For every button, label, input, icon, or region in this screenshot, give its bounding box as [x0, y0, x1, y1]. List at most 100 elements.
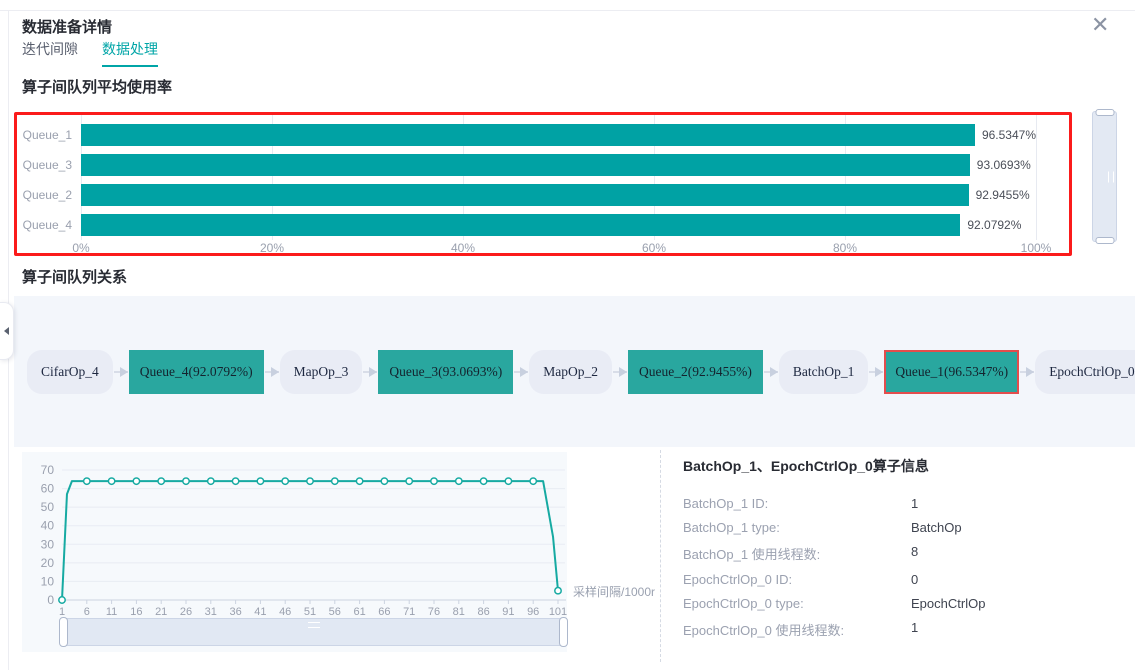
info-row-value: 8	[911, 544, 1118, 563]
line-chart-x-tick-label: 81	[453, 606, 465, 615]
line-data-point	[232, 478, 238, 484]
flow-arrow	[114, 371, 128, 373]
bar-row: 93.0693%	[81, 150, 1036, 180]
collapse-sidebar-button[interactable]	[0, 302, 14, 360]
flow-node-epochctrlop-0[interactable]: EpochCtrlOp_0	[1035, 350, 1135, 394]
bar-value-label: 92.9455%	[976, 188, 1030, 202]
bar-value-label: 92.0792%	[967, 218, 1021, 232]
info-row-label: EpochCtrlOp_0 ID:	[683, 572, 911, 587]
datazoom-left-handle[interactable]	[59, 617, 68, 647]
datazoom-grip-icon	[1108, 171, 1114, 182]
flow-arrow	[1020, 371, 1034, 373]
line-data-point	[456, 478, 462, 484]
line-chart-x-tick-label: 26	[180, 606, 192, 615]
info-row-label: EpochCtrlOp_0 type:	[683, 596, 911, 611]
line-chart-x-tick-label: 86	[477, 606, 489, 615]
horizontal-datazoom-slider[interactable]	[62, 618, 565, 646]
bar-category-label: Queue_3	[17, 150, 72, 180]
flow-node-batchop-1[interactable]: BatchOp_1	[779, 350, 869, 394]
flow-node-cifarop-4[interactable]: CifarOp_4	[27, 350, 113, 394]
line-data-point	[505, 478, 511, 484]
info-row-label: BatchOp_1 ID:	[683, 496, 911, 511]
operator-info-panel: BatchOp_1、EpochCtrlOp_0算子信息 BatchOp_1 ID…	[660, 450, 1118, 662]
line-chart-x-tick-label: 1	[59, 606, 65, 615]
line-chart-x-tick-label: 6	[84, 606, 90, 615]
vertical-datazoom-slider[interactable]	[1092, 111, 1117, 242]
datazoom-grip-icon	[308, 622, 320, 628]
bar-plot: 96.5347% 93.0693% 92.9455% 92.0792%	[81, 120, 1036, 240]
line-data-point	[282, 478, 288, 484]
tab-iteration-gap[interactable]: 迭代间隙	[22, 39, 78, 67]
line-chart-x-tick-label: 66	[378, 606, 390, 615]
flow-arrow	[363, 371, 377, 373]
line-data-point	[208, 478, 214, 484]
bar-category-column: Queue_1Queue_3Queue_2Queue_4	[17, 120, 81, 240]
flow-arrow	[514, 371, 528, 373]
bar-category-label: Queue_1	[17, 120, 72, 150]
bar-x-tick-label: 60%	[642, 241, 666, 255]
bar-x-tick-label: 80%	[833, 241, 857, 255]
datazoom-top-handle[interactable]	[1095, 109, 1114, 116]
queue-usage-line-chart[interactable]: 0102030405060701611162126313641465156616…	[22, 452, 567, 615]
bar-category-label: Queue_2	[17, 180, 72, 210]
collapse-left-icon	[4, 327, 9, 335]
bar-x-tick-label: 100%	[1021, 241, 1052, 255]
flow-node-queue-3-93-0693[interactable]: Queue_3(93.0693%)	[378, 350, 513, 394]
flow-node-queue-1-96-5347[interactable]: Queue_1(96.5347%)	[884, 350, 1019, 394]
info-grid: BatchOp_1 ID:1BatchOp_1 type:BatchOpBatc…	[683, 496, 1118, 639]
tab-bar: 迭代间隙 数据处理	[22, 39, 158, 67]
bar-row: 92.0792%	[81, 210, 1036, 240]
line-chart-x-tick-label: 71	[403, 606, 415, 615]
flow-arrow	[265, 371, 279, 373]
bar-queue_1[interactable]	[81, 124, 975, 146]
bar-x-tick-label: 0%	[72, 241, 89, 255]
line-data-point	[530, 478, 536, 484]
line-chart-x-tick-label: 101	[549, 606, 567, 615]
line-chart-y-tick-label: 70	[41, 463, 55, 477]
line-data-point	[555, 588, 561, 594]
bar-x-axis: 0%20%40%60%80%100%	[81, 241, 1036, 255]
bar-queue_3[interactable]	[81, 154, 970, 176]
flow-arrow	[764, 371, 778, 373]
flow-diagram: CifarOp_4 Queue_4(92.0792%) MapOp_3 Queue_3…	[14, 296, 1135, 447]
flow-node-mapop-2[interactable]: MapOp_2	[529, 350, 612, 394]
info-row-value: 1	[911, 620, 1118, 639]
flow-arrow	[869, 371, 883, 373]
bar-queue_2[interactable]	[81, 184, 969, 206]
line-chart-x-tick-label: 51	[304, 606, 316, 615]
flow-node-queue-2-92-9455[interactable]: Queue_2(92.9455%)	[628, 350, 763, 394]
bar-gridline	[1036, 115, 1037, 240]
line-chart-x-tick-label: 61	[353, 606, 365, 615]
bar-value-label: 96.5347%	[982, 128, 1036, 142]
queue-usage-section-title: 算子间队列平均使用率	[22, 76, 172, 97]
line-data-point	[356, 478, 362, 484]
line-chart-x-axis-name: 采样间隔/1000r	[573, 583, 655, 600]
line-chart-y-tick-label: 60	[41, 482, 55, 496]
datazoom-right-handle[interactable]	[559, 617, 568, 647]
close-icon[interactable]: ✕	[1091, 14, 1109, 36]
line-chart-y-tick-label: 0	[47, 593, 54, 607]
line-chart-x-tick-label: 21	[155, 606, 167, 615]
line-chart-x-tick-label: 16	[130, 606, 142, 615]
info-row-value: EpochCtrlOp	[911, 596, 1118, 611]
line-data-point	[381, 478, 387, 484]
line-data-point	[257, 478, 263, 484]
line-chart-y-tick-label: 10	[41, 574, 55, 588]
line-chart-y-tick-label: 20	[41, 556, 55, 570]
flow-node-mapop-3[interactable]: MapOp_3	[280, 350, 363, 394]
bar-queue_4[interactable]	[81, 214, 960, 236]
bar-x-tick-label: 20%	[260, 241, 284, 255]
line-data-point	[133, 478, 139, 484]
line-data-point	[307, 478, 313, 484]
info-row-label: BatchOp_1 type:	[683, 520, 911, 535]
tab-data-processing[interactable]: 数据处理	[102, 39, 158, 67]
line-chart-x-tick-label: 91	[502, 606, 514, 615]
info-row-label: EpochCtrlOp_0 使用线程数:	[683, 620, 911, 639]
flow-node-queue-4-92-0792[interactable]: Queue_4(92.0792%)	[129, 350, 264, 394]
datazoom-bottom-handle[interactable]	[1095, 237, 1114, 244]
line-chart-y-tick-label: 30	[41, 537, 55, 551]
line-data-point	[158, 478, 164, 484]
line-chart-x-tick-label: 36	[229, 606, 241, 615]
line-data-point	[59, 597, 65, 603]
flow-arrow	[613, 371, 627, 373]
